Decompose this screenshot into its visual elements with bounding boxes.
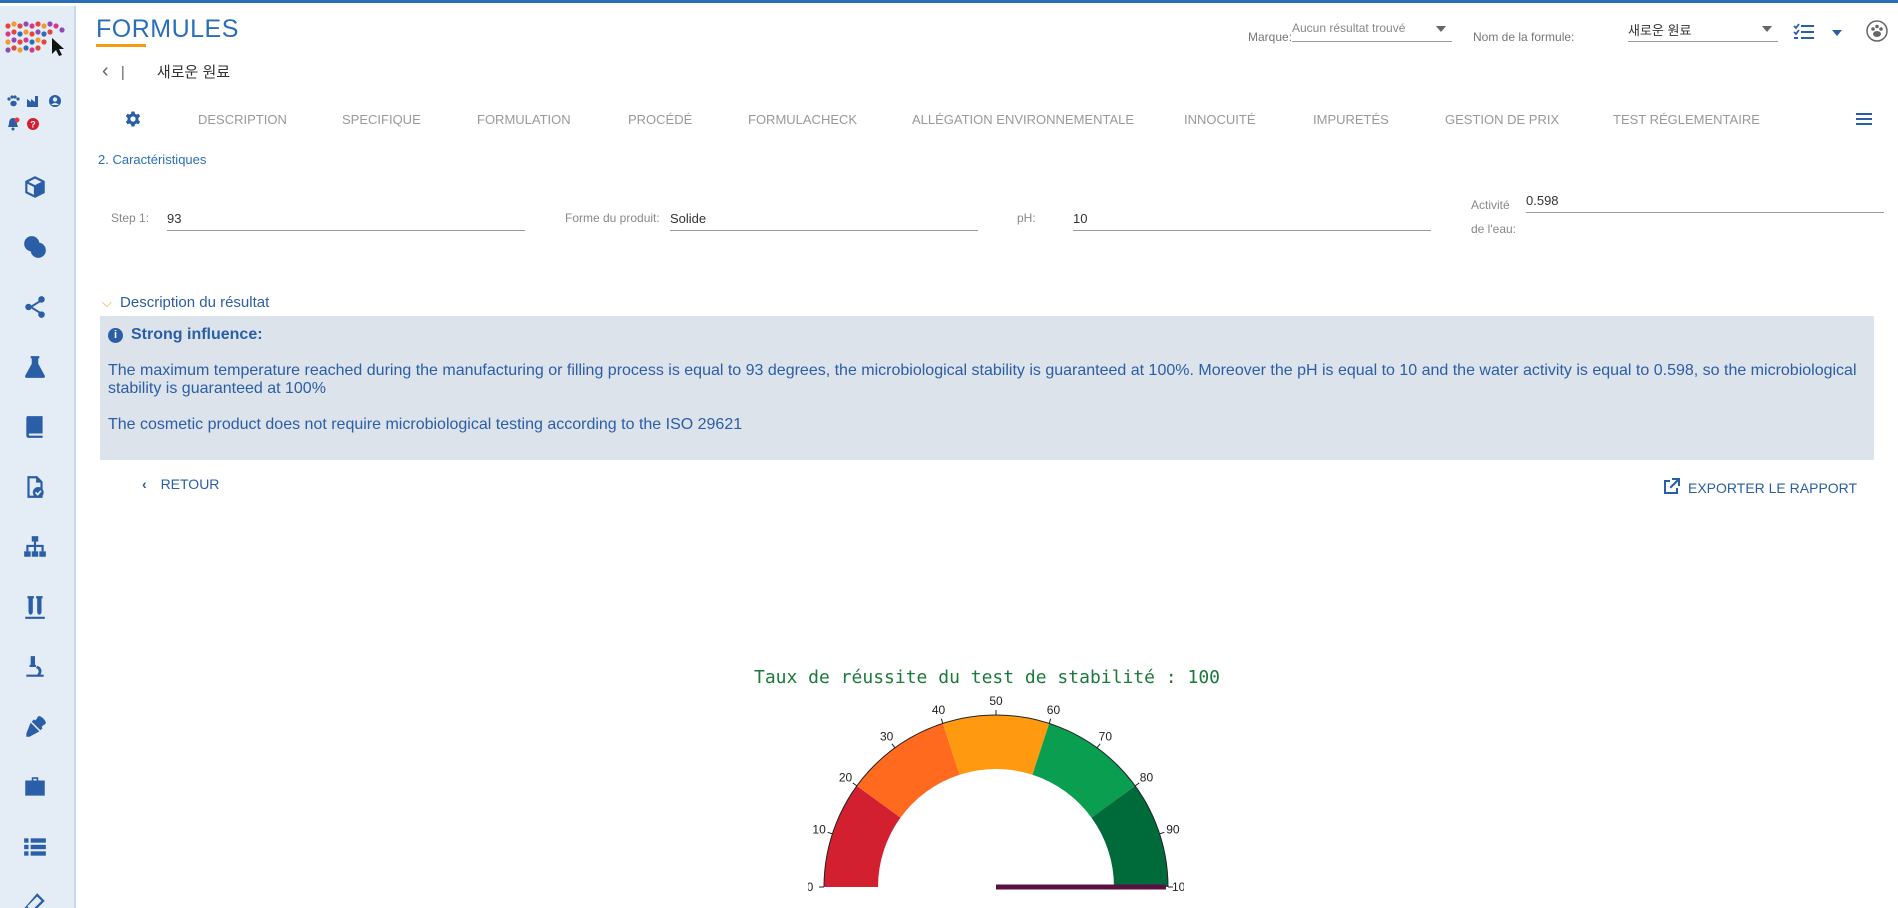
app-title: FORMULES [96, 15, 239, 43]
tab-specifique[interactable]: SPECIFIQUE [342, 112, 421, 127]
flask-icon[interactable] [18, 350, 52, 384]
user-circle-icon[interactable] [48, 94, 62, 111]
tab-procede[interactable]: PROCÉDÉ [628, 112, 692, 127]
result-strong-row: i Strong influence: [108, 326, 1866, 344]
gauge-tick-label-9: 90 [1166, 823, 1180, 837]
ph-input[interactable]: 10 [1073, 207, 1431, 231]
bell-icon[interactable] [6, 117, 20, 134]
gauge-tick-2 [852, 782, 858, 787]
toolbox-icon[interactable] [18, 770, 52, 804]
external-link-icon [1662, 476, 1682, 499]
gauge-tick-label-5: 50 [989, 695, 1003, 708]
result-box: i Strong influence: The maximum temperat… [100, 316, 1874, 460]
forme-input[interactable]: Solide [670, 207, 978, 231]
gauge-tick-label-6: 60 [1047, 703, 1061, 717]
gauge-tick-9 [1159, 831, 1165, 835]
microscope-icon[interactable] [18, 650, 52, 684]
breadcrumb-separator: | [120, 64, 125, 81]
chevron-left-icon: ‹ [142, 476, 147, 492]
gauge-tick-7 [1096, 743, 1101, 749]
hamburger-menu-icon[interactable] [1856, 112, 1872, 131]
activite-label-line1: Activité [1471, 198, 1510, 212]
eraser-icon[interactable] [18, 886, 52, 908]
share-icon[interactable] [18, 290, 52, 324]
help-icon[interactable]: ? [26, 117, 40, 134]
cube-icon[interactable] [18, 170, 52, 204]
gauge-tick-label-8: 80 [1140, 771, 1154, 785]
activite-label-line2: de l'eau: [1471, 222, 1516, 236]
svg-text:?: ? [30, 120, 36, 130]
book-icon[interactable] [18, 410, 52, 444]
export-report-button[interactable]: EXPORTER LE RAPPORT [1662, 476, 1857, 499]
factory-icon[interactable] [26, 94, 42, 111]
breadcrumb: ‹ | 새로운 원료 [102, 60, 230, 83]
gauge-band-2 [942, 715, 1050, 775]
export-report-label: EXPORTER LE RAPPORT [1688, 479, 1858, 496]
stability-gauge: 0 10 20 30 40 50 60 70 80 90 100 [808, 695, 1184, 894]
gauge-title: Taux de réussite du test de stabilité : … [754, 667, 1220, 688]
hierarchy-icon[interactable] [18, 530, 52, 564]
back-button[interactable]: ‹ RETOUR [142, 476, 219, 492]
info-icon: i [108, 327, 123, 343]
tab-formulacheck[interactable]: FORMULACHECK [748, 112, 857, 127]
gear-icon[interactable] [124, 110, 142, 133]
result-paragraph-1: The maximum temperature reached during t… [108, 362, 1857, 397]
brand-label: Marque: [1248, 30, 1293, 44]
forme-label: Forme du produit: [565, 211, 660, 225]
gauge-tick-label-3: 30 [880, 730, 894, 744]
tab-formulation[interactable]: FORMULATION [477, 112, 571, 127]
result-toggle[interactable]: ⌵ Description du résultat [102, 294, 269, 311]
formula-select[interactable]: 새로운 원료 [1628, 20, 1778, 42]
back-button-label: RETOUR [160, 476, 220, 492]
tab-description[interactable]: DESCRIPTION [198, 112, 287, 127]
caret-down-icon[interactable] [1832, 30, 1842, 36]
tab-allegation-environnementale[interactable]: ALLÉGATION ENVIRONNEMENTALE [912, 112, 1134, 127]
gauge-tick-label-0: 0 [808, 880, 814, 894]
formula-label: Nom de la formule: [1473, 30, 1575, 44]
test-tubes-icon[interactable] [18, 590, 52, 624]
document-check-icon[interactable] [18, 470, 52, 504]
result-paragraph-2: The cosmetic product does not require mi… [108, 416, 743, 433]
chevron-down-icon: ⌵ [102, 295, 112, 310]
tab-innocuite[interactable]: INNOCUITÉ [1184, 112, 1256, 127]
gauge-tick-label-2: 20 [839, 771, 853, 785]
quick-icons: ? [6, 94, 68, 140]
gauge-tick-label-4: 40 [932, 703, 946, 717]
paw-icon[interactable] [6, 94, 20, 111]
tab-test-reglementaire[interactable]: TEST RÉGLEMENTAIRE [1613, 112, 1760, 127]
step1-label: Step 1: [111, 211, 150, 225]
chevron-down-icon [1436, 26, 1446, 32]
breadcrumb-current: 새로운 원료 [156, 64, 231, 81]
dropper-icon[interactable] [18, 710, 52, 744]
gauge-tick-label-7: 70 [1099, 730, 1113, 744]
gauge-tick-6 [1048, 718, 1052, 724]
circles-icon[interactable] [18, 230, 52, 264]
tab-bar: DESCRIPTION SPECIFIQUE FORMULATION PROCÉ… [76, 106, 1898, 136]
app-logo[interactable] [4, 20, 66, 58]
tab-impuretes[interactable]: IMPURETÉS [1313, 112, 1389, 127]
chevron-down-icon [1762, 26, 1772, 32]
formula-select-value: 새로운 원료 [1628, 23, 1692, 38]
gauge-tick-4 [940, 718, 944, 724]
list-icon[interactable] [18, 830, 52, 864]
title-underline [96, 44, 146, 47]
checklist-icon[interactable] [1793, 23, 1815, 46]
activite-input[interactable]: 0.598 [1526, 189, 1884, 213]
gauge-tick-3 [891, 743, 896, 749]
brand-select[interactable]: Aucun résultat trouvé [1292, 20, 1452, 42]
result-strong-label: Strong influence: [131, 326, 263, 343]
gauge-tick-1 [827, 831, 833, 835]
tab-gestion-de-prix[interactable]: GESTION DE PRIX [1445, 112, 1559, 127]
gauge-tick-label-1: 10 [812, 823, 826, 837]
gauge-tick-label-10: 100 [1172, 880, 1184, 894]
ph-label: pH: [1017, 211, 1036, 225]
back-chevron-icon[interactable]: ‹ [102, 60, 109, 82]
section-title: 2. Caractéristiques [98, 152, 207, 167]
brand-select-value: Aucun résultat trouvé [1292, 21, 1406, 35]
gauge-tick-8 [1134, 782, 1140, 787]
sidebar: ? [0, 6, 76, 908]
user-avatar-icon[interactable] [1866, 20, 1888, 47]
result-heading: Description du résultat [120, 294, 270, 311]
step1-input[interactable]: 93 [167, 207, 525, 231]
